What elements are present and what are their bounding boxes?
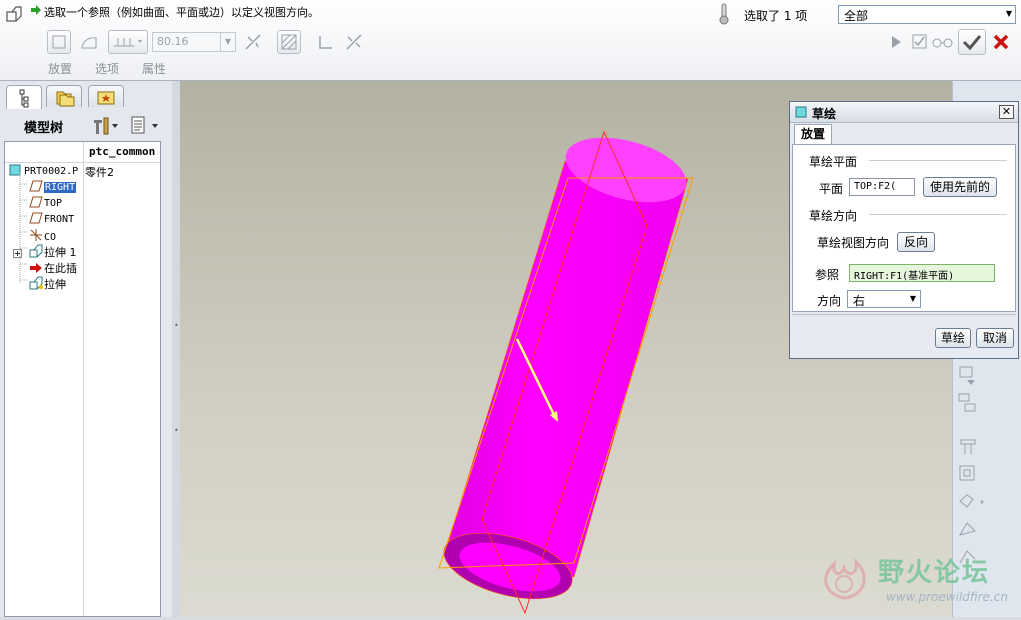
divider xyxy=(869,214,1007,215)
tree-item-top[interactable]: TOP xyxy=(29,196,62,212)
chevron-down-icon[interactable]: ▼ xyxy=(220,33,235,51)
message-text: 选取一个参照（例如曲面、平面或边）以定义视图方向。 xyxy=(44,6,319,19)
dialog-app-icon xyxy=(795,106,807,121)
panel-splitter[interactable]: • • xyxy=(172,81,180,617)
tree-header: 模型树 xyxy=(4,111,168,139)
chevron-down-icon[interactable]: ▼ xyxy=(1006,9,1012,18)
divider xyxy=(869,160,1007,161)
plane-reference-field[interactable]: TOP:F2( xyxy=(849,178,915,196)
flip-button[interactable]: 反向 xyxy=(897,232,935,252)
column-divider[interactable] xyxy=(83,142,84,616)
revolve-tool-icon[interactable] xyxy=(957,519,979,541)
tree-item-insert-here[interactable]: 在此插 xyxy=(29,260,77,276)
verify-checkbox-icon[interactable] xyxy=(912,34,928,53)
tab-folder-browser[interactable] xyxy=(46,85,82,107)
pause-play-icon[interactable] xyxy=(890,35,902,52)
column-header-ptc-common[interactable]: ptc_common xyxy=(89,145,155,158)
show-options-icon[interactable] xyxy=(128,114,164,139)
tree-item-extrude-new[interactable]: 拉伸 xyxy=(29,276,66,292)
sketch-feature-icon xyxy=(6,6,22,25)
extrude-tool-icon[interactable] xyxy=(957,491,984,513)
flame-logo-icon xyxy=(814,554,874,605)
selection-status: 选取了 1 项 xyxy=(744,9,808,23)
tab-options[interactable]: 选项 xyxy=(95,60,119,77)
watermark-text: 野火论坛 xyxy=(878,558,991,588)
flip-direction-icon[interactable] xyxy=(244,33,262,54)
cancel-x-icon[interactable] xyxy=(992,33,1010,54)
sketch-dialog: 草绘 ✕ 放置 草绘平面 平面 TOP:F2( 使用先前的 草绘方向 草绘视图方… xyxy=(789,101,1019,359)
datum-plane-tool-icon[interactable] xyxy=(957,436,979,458)
surface-icon[interactable] xyxy=(80,34,98,53)
tree-title: 模型树 xyxy=(24,121,64,136)
tree-item-extrude-1[interactable]: 拉伸 1 xyxy=(29,244,77,260)
tab-placement[interactable]: 放置 xyxy=(794,124,832,145)
splitter-grip-icon[interactable]: • xyxy=(174,321,179,330)
value-input[interactable]: 80.16 ▼ xyxy=(152,32,236,52)
orientation-reference-field[interactable]: RIGHT:F1(基准平面) xyxy=(849,264,995,282)
navigator-panel: 模型树 ptc_common PRT0002.P 零件2 RIGHT TOP F… xyxy=(0,81,173,617)
filter-select[interactable]: 全部 ▼ xyxy=(838,5,1016,24)
datum-point-tool-icon[interactable] xyxy=(957,364,979,386)
watermark-url: www.proewildfire.cn xyxy=(886,590,1008,604)
tree-lines xyxy=(19,172,27,284)
cancel-button[interactable]: 取消 xyxy=(976,328,1014,348)
message-arrow-icon xyxy=(30,4,42,19)
preview-glasses-icon[interactable] xyxy=(932,36,954,51)
datum-axis-tool-icon[interactable] xyxy=(957,392,979,414)
tab-placement[interactable]: 放置 xyxy=(48,60,72,77)
direction-label: 方向 xyxy=(817,294,842,308)
tree-item-right[interactable]: RIGHT xyxy=(29,180,77,196)
plane-label: 平面 xyxy=(819,182,844,196)
thermometer-icon xyxy=(718,3,730,28)
accept-button[interactable] xyxy=(958,29,986,55)
reference-label: 参照 xyxy=(815,268,840,282)
hatch-tool-button[interactable] xyxy=(277,30,301,54)
sketch-tool-icon[interactable] xyxy=(957,463,979,485)
datum-options-button[interactable] xyxy=(108,30,148,54)
chevron-down-icon[interactable]: ▼ xyxy=(910,294,916,303)
use-previous-button[interactable]: 使用先前的 xyxy=(923,177,997,197)
direction-select[interactable]: 右 ▼ xyxy=(847,290,921,308)
close-icon[interactable]: ✕ xyxy=(999,105,1014,119)
forum-watermark: 野火论坛 www.proewildfire.cn xyxy=(808,550,1018,612)
splitter-grip-icon[interactable]: • xyxy=(174,426,179,435)
placement-tool-button[interactable] xyxy=(47,30,71,54)
dashboard: 选取一个参照（例如曲面、平面或边）以定义视图方向。 80.16 ▼ 放置 选项 属… xyxy=(0,0,1021,81)
tab-model-tree[interactable] xyxy=(6,85,42,109)
remove-material-icon[interactable] xyxy=(345,33,363,54)
cylinder-body[interactable] xyxy=(443,160,689,578)
tab-favorites[interactable] xyxy=(88,85,124,107)
section-sketch-orientation: 草绘方向 xyxy=(809,209,858,223)
section-sketch-plane: 草绘平面 xyxy=(809,155,858,169)
tree-column-header: ptc_common xyxy=(5,142,160,163)
dialog-title: 草绘 xyxy=(812,107,837,121)
dialog-titlebar[interactable]: 草绘 ✕ xyxy=(790,102,1018,123)
settings-tools-icon[interactable] xyxy=(90,114,120,139)
sketch-button[interactable]: 草绘 xyxy=(935,328,971,348)
divider xyxy=(792,314,1016,315)
model-tree: ptc_common PRT0002.P 零件2 RIGHT TOP FRONT… xyxy=(4,141,161,617)
corner-icon[interactable] xyxy=(318,34,334,53)
dialog-body: 草绘平面 平面 TOP:F2( 使用先前的 草绘方向 草绘视图方向 反向 参照 … xyxy=(792,144,1016,312)
tab-properties[interactable]: 属性 xyxy=(142,60,166,77)
tree-item-part-value: 零件2 xyxy=(85,166,114,179)
tree-item-front[interactable]: FRONT xyxy=(29,212,74,228)
view-direction-label: 草绘视图方向 xyxy=(817,236,890,250)
tree-item-csys[interactable]: CO xyxy=(29,228,56,244)
